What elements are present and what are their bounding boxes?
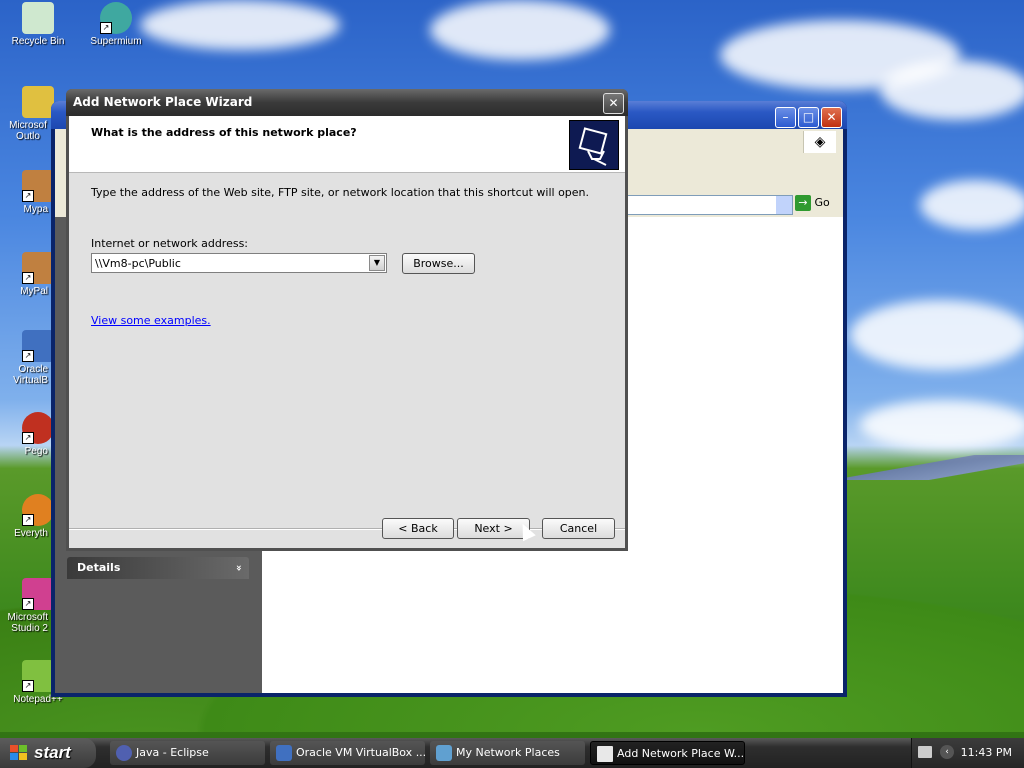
network-folder-icon	[569, 120, 619, 170]
mypal-icon: ↗	[22, 252, 54, 284]
task-label: My Network Places	[456, 746, 560, 759]
desktop-icon-label: Supermium	[90, 36, 142, 47]
mypal-icon: ↗	[22, 170, 54, 202]
cloud	[430, 0, 610, 60]
close-button[interactable]: ✕	[603, 93, 624, 114]
cancel-button[interactable]: Cancel	[542, 518, 615, 539]
desktop-icon-outlook[interactable]: Microsof Outlo	[0, 86, 54, 142]
task-label: Oracle VM VirtualBox ...	[296, 746, 425, 759]
system-tray: ‹ 11:43 PM	[911, 738, 1024, 768]
desktop-icon-virtualbox[interactable]: ↗ Oracle VirtualB	[0, 330, 54, 386]
pego-icon: ↗	[22, 412, 54, 444]
task-label: Add Network Place W...	[617, 747, 745, 760]
desktop-icon-recycle-bin[interactable]: Recycle Bin	[0, 2, 76, 47]
desktop-icon-label: Oracle VirtualB	[13, 364, 48, 386]
taskbar: start Java - Eclipse Oracle VM VirtualBo…	[0, 738, 1024, 768]
chevron-down-icon[interactable]: »	[227, 565, 249, 571]
desktop-icon-mypal[interactable]: ↗ Mypa	[0, 170, 54, 215]
desktop-icon-label: MyPal	[20, 286, 48, 297]
minimize-button[interactable]: –	[775, 107, 796, 128]
go-button[interactable]: → Go	[795, 195, 839, 213]
network-places-icon	[436, 745, 452, 761]
desktop-icon-pego[interactable]: ↗ Pego	[0, 412, 54, 457]
desktop-icon-label: Microsof Outlo	[9, 120, 47, 142]
task-label: Java - Eclipse	[136, 746, 209, 759]
visual-studio-icon: ↗	[22, 578, 54, 610]
wizard-body: What is the address of this network plac…	[69, 116, 625, 548]
details-label: Details	[77, 561, 121, 574]
cloud	[850, 300, 1024, 370]
add-network-place-wizard[interactable]: Add Network Place Wizard ✕ What is the a…	[66, 89, 628, 551]
desktop-icon-everything[interactable]: ↗ Everyth	[0, 494, 54, 539]
go-arrow-icon: →	[795, 195, 811, 211]
cloud	[920, 180, 1024, 230]
cloud	[880, 60, 1024, 120]
desktop-icon-supermium[interactable]: ↗ Supermium	[78, 2, 154, 47]
desktop-icon-label: Mypa	[23, 204, 48, 215]
chevron-down-icon[interactable]	[776, 196, 792, 214]
maximize-button[interactable]: □	[798, 107, 819, 128]
view-examples-link[interactable]: View some examples.	[91, 314, 211, 327]
back-button[interactable]: < Back	[382, 518, 454, 539]
desktop-icon-ms-studio[interactable]: ↗ Microsoft Studio 2	[0, 578, 54, 634]
desktop-icon-label: Pego	[24, 446, 48, 457]
cloud	[860, 400, 1024, 450]
browse-button[interactable]: Browse...	[402, 253, 475, 274]
eclipse-icon	[116, 745, 132, 761]
go-label: Go	[814, 196, 830, 209]
chevron-left-icon[interactable]: ‹	[940, 745, 954, 759]
window-icon	[597, 746, 613, 762]
recycle-bin-icon	[22, 2, 54, 34]
desktop-icon-mypal-2[interactable]: ↗ MyPal	[0, 252, 54, 297]
address-value[interactable]: \\Vm8-pc\Public	[95, 257, 181, 270]
virtualbox-icon	[276, 745, 292, 761]
taskbar-item-add-network-place[interactable]: Add Network Place W...	[590, 741, 745, 765]
address-combobox[interactable]: \\Vm8-pc\Public ▼	[91, 253, 387, 273]
wizard-heading: What is the address of this network plac…	[91, 126, 357, 139]
supermium-icon: ↗	[100, 2, 132, 34]
start-label: start	[34, 743, 71, 762]
address-field[interactable]	[625, 195, 793, 215]
outlook-icon	[22, 86, 54, 118]
close-button[interactable]: ✕	[821, 107, 842, 128]
wizard-header: What is the address of this network plac…	[69, 116, 625, 173]
taskbar-item-eclipse[interactable]: Java - Eclipse	[110, 741, 265, 765]
address-label: Internet or network address:	[91, 237, 249, 250]
taskbar-item-my-network-places[interactable]: My Network Places	[430, 741, 585, 765]
start-button[interactable]: start	[0, 738, 96, 768]
keyboard-icon[interactable]	[918, 746, 932, 758]
desktop-icon-label: Recycle Bin	[11, 36, 65, 47]
wizard-title[interactable]: Add Network Place Wizard	[66, 89, 628, 116]
desktop-mountains	[844, 455, 1024, 480]
cloud	[140, 0, 340, 50]
notepadpp-icon: ↗	[22, 660, 54, 692]
virtualbox-icon: ↗	[22, 330, 54, 362]
windows-logo-icon: ◈	[803, 131, 836, 153]
chevron-down-icon[interactable]: ▼	[369, 255, 385, 271]
clock[interactable]: 11:43 PM	[961, 738, 1012, 768]
everything-icon: ↗	[22, 494, 54, 526]
taskbar-item-virtualbox[interactable]: Oracle VM VirtualBox ...	[270, 741, 425, 765]
wizard-description: Type the address of the Web site, FTP si…	[91, 186, 590, 199]
windows-flag-icon	[10, 745, 27, 760]
details-panel-header[interactable]: Details »	[67, 557, 249, 579]
desktop-icon-label: Microsoft Studio 2	[7, 612, 48, 634]
desktop-icon-label: Everyth	[14, 528, 48, 539]
